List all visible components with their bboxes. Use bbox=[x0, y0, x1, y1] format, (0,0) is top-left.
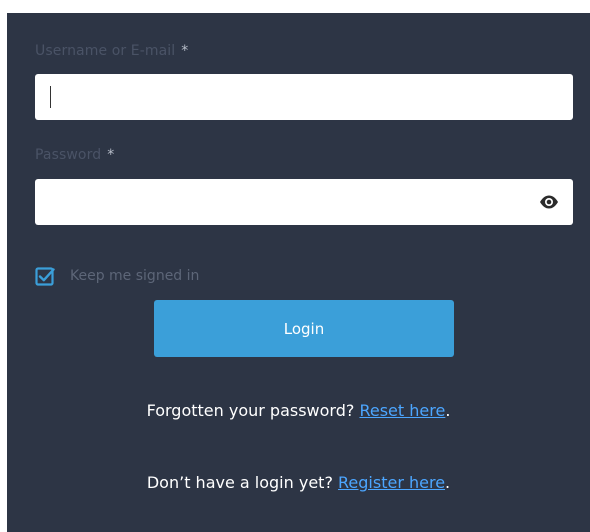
register-text: Don’t have a login yet? bbox=[146, 473, 333, 492]
eye-icon[interactable] bbox=[539, 194, 559, 210]
required-mark: * bbox=[181, 43, 189, 59]
username-label-text: Username or E-mail bbox=[35, 43, 176, 59]
checkbox-checked-icon[interactable] bbox=[35, 266, 55, 286]
password-field-wrapper[interactable] bbox=[35, 179, 573, 225]
login-button[interactable]: Login bbox=[154, 300, 454, 357]
username-label: Username or E-mail * bbox=[35, 43, 188, 59]
register-suffix: . bbox=[445, 473, 451, 492]
login-panel: Username or E-mail * Password * Keep me si… bbox=[7, 13, 590, 532]
required-mark: * bbox=[107, 147, 115, 163]
forgot-suffix: . bbox=[445, 401, 451, 420]
username-input[interactable] bbox=[47, 74, 527, 120]
keep-signed-in-toggle[interactable]: Keep me signed in bbox=[35, 264, 199, 288]
forgot-password-line: Forgotten your password? Reset here. bbox=[7, 401, 590, 420]
page: Username or E-mail * Password * Keep me si… bbox=[0, 0, 590, 532]
username-field-wrapper[interactable] bbox=[35, 74, 573, 120]
reset-here-link[interactable]: Reset here bbox=[359, 401, 445, 420]
password-label-text: Password bbox=[35, 147, 102, 163]
keep-signed-in-label: Keep me signed in bbox=[70, 268, 200, 284]
password-label: Password * bbox=[35, 147, 114, 163]
register-line: Don’t have a login yet? Register here. bbox=[7, 473, 590, 492]
password-input[interactable] bbox=[47, 179, 527, 225]
register-here-link[interactable]: Register here bbox=[338, 473, 445, 492]
forgot-password-text: Forgotten your password? bbox=[146, 401, 355, 420]
